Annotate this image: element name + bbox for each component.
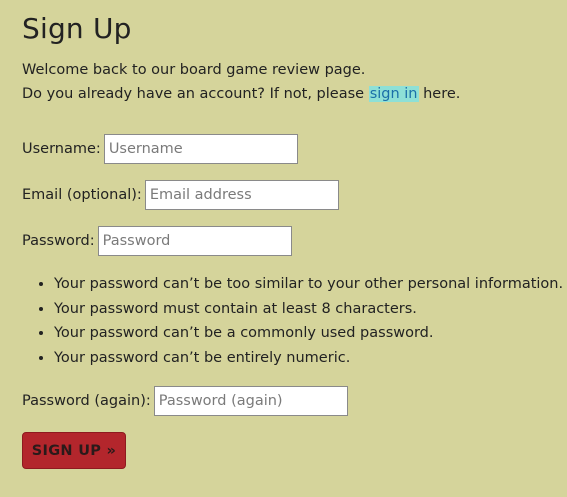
sign-up-button[interactable]: SIGN UP » [22,432,126,469]
sign-in-link[interactable]: sign in [368,86,419,102]
password-label: Password: [22,233,95,249]
intro-text: Welcome back to our board game review pa… [22,58,460,106]
password-again-input[interactable] [153,386,348,416]
welcome-line: Welcome back to our board game review pa… [22,62,366,78]
password-help-item: Your password can’t be a commonly used p… [54,321,563,346]
page-title: Sign Up [22,12,132,45]
signup-page: Sign Up Welcome back to our board game r… [0,0,567,497]
password-again-label: Password (again): [22,393,151,409]
password-help-list: Your password can’t be too similar to yo… [22,272,563,370]
account-line-prefix: Do you already have an account? If not, … [22,86,369,102]
email-label: Email (optional): [22,187,142,203]
email-input[interactable] [144,180,339,210]
username-label: Username: [22,141,101,157]
password-help-item: Your password must contain at least 8 ch… [54,297,563,322]
password-help-item: Your password can’t be too similar to yo… [54,272,563,297]
email-row: Email (optional): [22,180,339,210]
account-line: Do you already have an account? If not, … [22,82,460,106]
account-line-suffix: here. [418,86,461,102]
password-again-row: Password (again): [22,386,348,416]
username-row: Username: [22,134,298,164]
password-row: Password: [22,226,292,256]
username-input[interactable] [103,134,298,164]
password-help-item: Your password can’t be entirely numeric. [54,346,563,371]
password-input[interactable] [97,226,292,256]
